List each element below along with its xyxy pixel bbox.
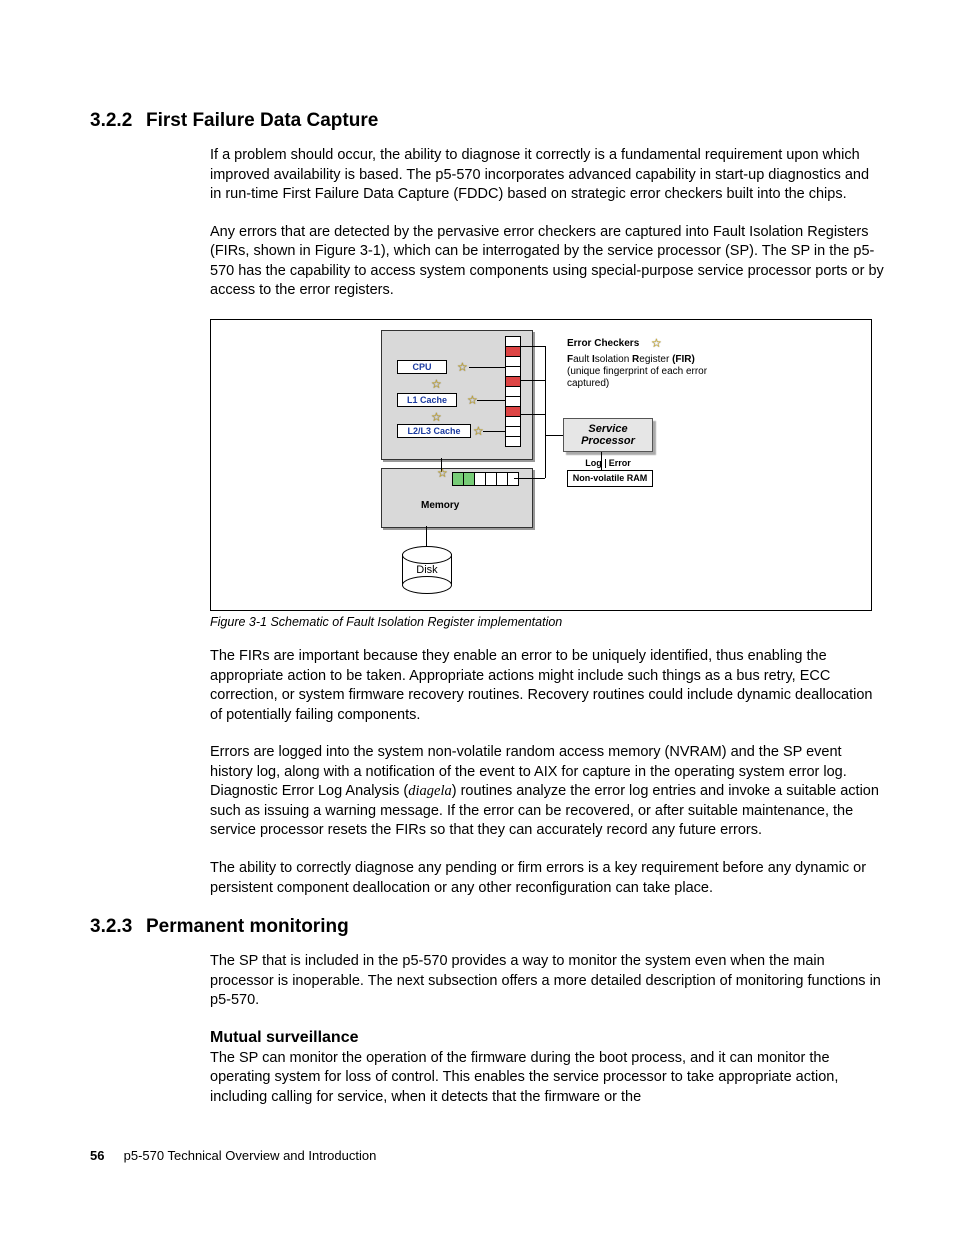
star-icon: ☆ (457, 360, 468, 374)
diagram-cpu-box: CPU (397, 360, 447, 374)
legend-error-checkers: Error Checkers (567, 338, 639, 350)
diagram-memory-label: Memory (421, 500, 459, 511)
paragraph: The SP can monitor the operation of the … (210, 1049, 884, 1108)
diagram-service-processor: Service Processor (563, 418, 653, 452)
diagram-l2l3-box: L2/L3 Cache (397, 424, 471, 438)
paragraph: The FIRs are important because they enab… (210, 647, 884, 725)
diagram-nvram: Non-volatile RAM (567, 470, 653, 487)
paragraph: The SP that is included in the p5-570 pr… (210, 952, 884, 1011)
paragraph: If a problem should occur, the ability t… (210, 146, 884, 205)
figure-caption: Figure 3-1 Schematic of Fault Isolation … (210, 615, 884, 629)
star-icon: ☆ (431, 410, 442, 424)
section-heading-322: 3.2.2First Failure Data Capture (90, 110, 884, 132)
diagram-disk-label: Disk (402, 564, 452, 576)
section-heading-323: 3.2.3Permanent monitoring (90, 916, 884, 938)
legend-log-error: LogError (573, 458, 643, 468)
section-number: 3.2.2 (90, 110, 146, 132)
paragraph: Any errors that are detected by the perv… (210, 223, 884, 301)
star-icon: ☆ (437, 466, 448, 480)
page-number: 56 (90, 1148, 120, 1163)
section-title: First Failure Data Capture (146, 110, 378, 131)
legend-fir: Fault Isolation Register (FIR) (unique f… (567, 354, 717, 390)
paragraph: The ability to correctly diagnose any pe… (210, 859, 884, 898)
section-title: Permanent monitoring (146, 916, 349, 937)
star-icon: ☆ (473, 424, 484, 438)
doc-title: p5-570 Technical Overview and Introducti… (124, 1148, 377, 1163)
diagram-l1-box: L1 Cache (397, 393, 457, 407)
page-footer: 56 p5-570 Technical Overview and Introdu… (90, 1148, 884, 1163)
paragraph: Errors are logged into the system non-vo… (210, 743, 884, 841)
section-number: 3.2.3 (90, 916, 146, 938)
star-icon: ☆ (467, 393, 478, 407)
figure-3-1: CPU ☆ ☆ L1 Cache ☆ ☆ L2/L3 Cache ☆ ☆ Mem… (210, 319, 872, 611)
subheading-mutual-surveillance: Mutual surveillance (210, 1029, 884, 1047)
star-icon: ☆ (431, 377, 442, 391)
star-icon: ☆ (651, 336, 662, 350)
